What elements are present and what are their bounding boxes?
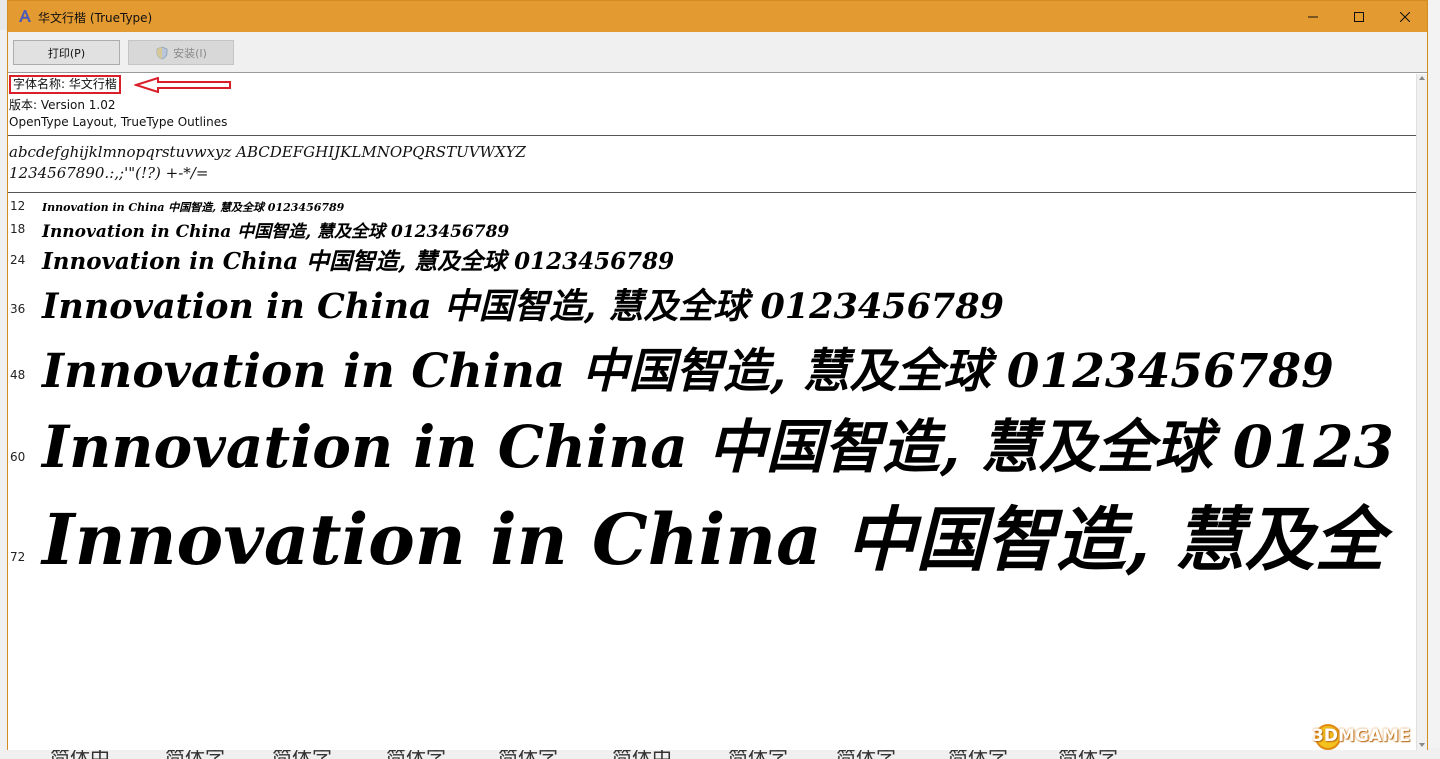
divider <box>8 135 1416 136</box>
sample-text: Innovation in China 中国智造, 慧及全球 012345678… <box>42 222 510 242</box>
font-app-icon <box>19 10 31 22</box>
scroll-up-icon[interactable] <box>1419 76 1425 80</box>
size-label: 18 <box>10 222 26 236</box>
scroll-down-icon[interactable] <box>1419 743 1425 747</box>
size-label: 24 <box>10 253 26 267</box>
window-title: 华文行楷 (TrueType) <box>38 11 153 25</box>
sample-text: Innovation in China 中国智造, 慧及全球 012345678… <box>42 344 1334 399</box>
sample-row-12: 12 Innovation in China 中国智造, 慧及全球 012345… <box>8 198 1416 216</box>
install-button[interactable]: 安装(I) <box>128 40 234 65</box>
desktop-background-right <box>1428 0 1440 759</box>
sample-text: Innovation in China 中国智造, 慧及全球 012345678… <box>42 286 1004 327</box>
sample-row-24: 24 Innovation in China 中国智造, 慧及全球 012345… <box>8 242 1416 276</box>
font-viewer-window: 华文行楷 (TrueType) 打印(P) 安装(I) 字体名称: 华文行楷 版… <box>7 0 1428 750</box>
font-name-highlight: 字体名称: 华文行楷 <box>9 75 121 94</box>
size-label: 48 <box>10 368 26 382</box>
sample-row-18: 18 Innovation in China 中国智造, 慧及全球 012345… <box>8 217 1416 242</box>
minimize-icon <box>1308 16 1318 17</box>
divider <box>8 192 1416 193</box>
size-label: 72 <box>10 550 26 564</box>
maximize-button[interactable] <box>1336 1 1382 32</box>
sample-text: Innovation in China 中国智造, 慧及全球 012345678… <box>42 201 345 214</box>
maximize-icon <box>1354 11 1364 22</box>
desktop-background-left <box>0 30 7 759</box>
toolbar: 打印(P) 安装(I) <box>8 32 1427 73</box>
sample-text: Innovation in China 中国智造, 慧及全 <box>42 498 1385 581</box>
arrow-left-icon <box>134 77 231 93</box>
sample-row-48: 48 Innovation in China 中国智造, 慧及全球 012345… <box>8 332 1416 399</box>
charset-letters: abcdefghijklmnopqrstuvwxyz ABCDEFGHIJKLM… <box>9 143 526 161</box>
size-label: 12 <box>10 199 26 213</box>
shield-icon <box>156 46 168 59</box>
close-button[interactable] <box>1382 1 1428 32</box>
vertical-scrollbar[interactable] <box>1416 74 1427 750</box>
sample-row-36: 36 Innovation in China 中国智造, 慧及全球 012345… <box>8 278 1416 328</box>
print-button-label: 打印(P) <box>47 46 86 60</box>
font-type: OpenType Layout, TrueType Outlines <box>9 115 228 129</box>
size-label: 60 <box>10 450 26 464</box>
minimize-button[interactable] <box>1290 1 1336 32</box>
print-button[interactable]: 打印(P) <box>13 40 120 65</box>
font-version: 版本: Version 1.02 <box>9 98 116 112</box>
install-button-label: 安装(I) <box>173 46 207 60</box>
close-icon <box>1400 11 1410 22</box>
charset-digits: 1234567890.:,;'"(!?) +-*/= <box>9 164 209 182</box>
sample-row-72: 72 Innovation in China 中国智造, 慧及全 <box>8 484 1416 584</box>
sample-row-60: 60 Innovation in China 中国智造, 慧及全球 0123 <box>8 400 1416 482</box>
font-preview-area: 字体名称: 华文行楷 版本: Version 1.02 OpenType Lay… <box>8 74 1416 750</box>
watermark-text: 3DMGAME <box>1312 726 1411 746</box>
size-label: 36 <box>10 302 26 316</box>
sample-text: Innovation in China 中国智造, 慧及全球 012345678… <box>42 248 675 275</box>
sample-text: Innovation in China 中国智造, 慧及全球 0123 <box>42 413 1395 481</box>
title-bar[interactable]: 华文行楷 (TrueType) <box>8 1 1427 32</box>
